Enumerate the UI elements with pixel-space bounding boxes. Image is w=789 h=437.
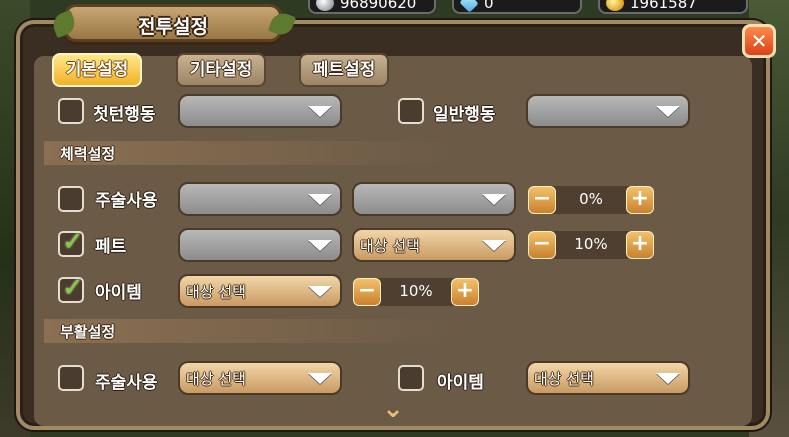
normal-action-dropdown[interactable] — [526, 94, 690, 128]
first-turn-checkbox[interactable] — [58, 98, 84, 124]
close-button[interactable]: ✕ — [742, 24, 776, 58]
hp-spell-percent-stepper: − 0% + — [528, 186, 654, 214]
hp-pet-target-value: 대상 선택 — [360, 237, 420, 255]
revive-spell-label: 주술사용 — [95, 373, 158, 393]
gem-counter: 0 — [452, 0, 582, 14]
gold-amount: 1961587 — [630, 0, 697, 12]
silver-counter: 96890620 — [308, 0, 436, 14]
chevron-down-icon — [482, 240, 506, 251]
hp-pet-percent-stepper: − 10% + — [528, 231, 654, 259]
hp-item-target-value: 대상 선택 — [186, 283, 246, 301]
minus-button[interactable]: − — [528, 231, 556, 259]
plus-button[interactable]: + — [626, 186, 654, 214]
hp-pet-dropdown-1[interactable] — [178, 228, 342, 262]
revive-item-checkbox[interactable] — [398, 365, 424, 391]
hp-pet-label: 페트 — [95, 237, 127, 257]
chevron-down-icon — [656, 373, 680, 384]
revive-spell-dropdown[interactable]: 대상 선택 — [178, 361, 342, 395]
gem-icon — [459, 0, 479, 13]
minus-button[interactable]: − — [353, 278, 381, 306]
hp-spell-percent: 0% — [579, 190, 603, 208]
hp-spell-checkbox[interactable] — [58, 186, 84, 212]
hp-pet-percent: 10% — [574, 235, 608, 253]
revive-item-value: 대상 선택 — [534, 370, 594, 388]
revive-item-dropdown[interactable]: 대상 선택 — [526, 361, 690, 395]
gold-coin-icon — [606, 0, 624, 11]
normal-action-checkbox[interactable] — [398, 98, 424, 124]
revive-item-label: 아이템 — [437, 373, 484, 393]
check-icon: ✓ — [62, 273, 84, 303]
hp-pet-checkbox[interactable]: ✓ — [58, 227, 84, 257]
scroll-down-icon[interactable]: ⌄ — [376, 396, 410, 422]
hp-pet-target-dropdown[interactable]: 대상 선택 — [352, 228, 516, 262]
tab-other-settings[interactable]: 기타설정 — [176, 53, 266, 87]
chevron-down-icon — [308, 194, 332, 205]
check-icon: ✓ — [62, 227, 84, 257]
gold-counter: 1961587 — [598, 0, 748, 14]
minus-button[interactable]: − — [528, 186, 556, 214]
chevron-down-icon — [656, 106, 680, 117]
silver-amount: 96890620 — [340, 0, 417, 12]
revive-spell-checkbox[interactable] — [58, 365, 84, 391]
hp-item-label: 아이템 — [95, 283, 142, 303]
hp-section-header: 체력설정 — [44, 141, 734, 165]
hp-spell-label: 주술사용 — [95, 191, 158, 211]
hp-spell-dropdown-2[interactable] — [352, 182, 516, 216]
window-title: 전투설정 — [138, 16, 208, 38]
hp-item-checkbox[interactable]: ✓ — [58, 273, 84, 303]
revive-section-title: 부활설정 — [60, 323, 116, 341]
hp-item-percent-stepper: − 10% + — [353, 278, 479, 306]
chevron-down-icon — [308, 106, 332, 117]
chevron-down-icon — [308, 240, 332, 251]
close-icon: ✕ — [750, 29, 768, 53]
tab-pet-settings[interactable]: 페트설정 — [299, 53, 389, 87]
revive-section-header: 부활설정 — [44, 319, 734, 343]
hp-section-title: 체력설정 — [60, 145, 116, 163]
silver-coin-icon — [316, 0, 334, 11]
gem-amount: 0 — [484, 0, 494, 12]
revive-spell-value: 대상 선택 — [186, 370, 246, 388]
hp-spell-dropdown-1[interactable] — [178, 182, 342, 216]
hp-item-percent: 10% — [399, 282, 433, 300]
chevron-down-icon — [308, 373, 332, 384]
plus-button[interactable]: + — [451, 278, 479, 306]
chevron-down-icon — [482, 194, 506, 205]
normal-action-label: 일반행동 — [433, 105, 496, 125]
hp-item-target-dropdown[interactable]: 대상 선택 — [178, 274, 342, 308]
first-turn-dropdown[interactable] — [178, 94, 342, 128]
tab-basic-settings[interactable]: 기본설정 — [52, 53, 142, 87]
chevron-down-icon — [308, 286, 332, 297]
plus-button[interactable]: + — [626, 231, 654, 259]
first-turn-label: 첫턴행동 — [93, 105, 156, 125]
title-plate: 전투설정 — [49, 4, 297, 42]
